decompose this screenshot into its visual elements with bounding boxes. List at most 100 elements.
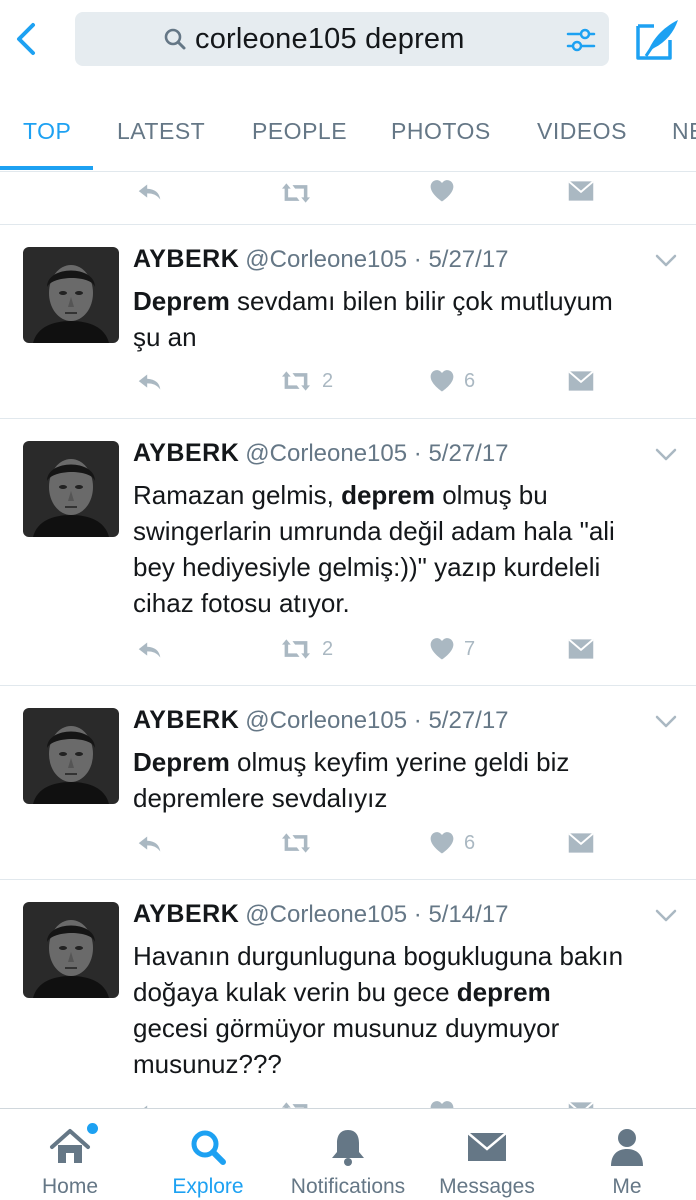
tweet-card[interactable]: AYBERK @Corleone105 · 5/14/17 Havanın dur… bbox=[0, 880, 696, 1108]
direct-message-button[interactable] bbox=[567, 1098, 595, 1108]
tab-people[interactable]: PEOPLE bbox=[252, 118, 347, 145]
active-tab-indicator bbox=[0, 166, 93, 170]
author-handle[interactable]: @Corleone105 bbox=[245, 440, 407, 467]
nav-home[interactable]: Home bbox=[20, 1109, 120, 1200]
retweet-button[interactable] bbox=[278, 1098, 322, 1108]
author-handle[interactable]: @Corleone105 bbox=[245, 707, 407, 734]
tweet-text: Deprem olmuş keyfim yerine geldi biz dep… bbox=[133, 744, 633, 816]
search-icon bbox=[191, 1130, 226, 1165]
author-name[interactable]: AYBERK bbox=[133, 900, 239, 928]
search-keyword: deprem bbox=[341, 480, 435, 510]
tweet-actions: 2 7 bbox=[0, 635, 696, 675]
nav-me[interactable]: Me bbox=[585, 1109, 669, 1200]
search-query[interactable]: corleone105 deprem bbox=[195, 23, 465, 56]
tab-top[interactable]: TOP bbox=[23, 118, 71, 145]
nav-explore[interactable]: Explore bbox=[158, 1109, 258, 1200]
compose-tweet-icon[interactable] bbox=[632, 14, 682, 64]
retweet-icon bbox=[278, 1098, 314, 1108]
chevron-down-icon[interactable] bbox=[654, 714, 678, 730]
tab-latest[interactable]: LATEST bbox=[117, 118, 205, 145]
heart-icon bbox=[428, 635, 456, 663]
author-handle[interactable]: @Corleone105 bbox=[245, 246, 407, 273]
author-name[interactable]: AYBERK bbox=[133, 706, 239, 734]
like-icon[interactable] bbox=[428, 177, 456, 205]
envelope-icon bbox=[567, 635, 595, 663]
reply-button[interactable] bbox=[135, 829, 165, 859]
tweet-feed[interactable]: AYBERK @Corleone105 · 5/27/17 Deprem sevd… bbox=[0, 173, 696, 1108]
tab-videos[interactable]: VIDEOS bbox=[537, 118, 627, 145]
bottom-tab-bar: Home Explore Notifications Messages Me bbox=[0, 1108, 696, 1200]
envelope-icon bbox=[467, 1132, 507, 1161]
heart-icon bbox=[428, 367, 456, 395]
search-filter-icon[interactable] bbox=[565, 24, 597, 56]
reply-button[interactable] bbox=[135, 367, 165, 397]
like-button[interactable]: 6 bbox=[428, 367, 475, 395]
reply-button[interactable] bbox=[135, 1098, 165, 1108]
tweet-header: AYBERK @Corleone105 · 5/27/17 bbox=[133, 706, 509, 735]
tweet-date[interactable]: 5/27/17 bbox=[428, 707, 508, 734]
nav-explore-label: Explore bbox=[172, 1175, 244, 1198]
retweet-button[interactable]: 2 bbox=[278, 635, 333, 663]
nav-messages[interactable]: Messages bbox=[432, 1109, 542, 1200]
reply-button[interactable] bbox=[135, 635, 165, 665]
chevron-down-icon[interactable] bbox=[654, 908, 678, 924]
tweet-text: Havanın durgunluguna bogukluguna bakın d… bbox=[133, 938, 633, 1082]
avatar[interactable] bbox=[23, 902, 119, 998]
nav-notifications[interactable]: Notifications bbox=[283, 1109, 413, 1200]
heart-icon bbox=[428, 1098, 456, 1108]
chevron-down-icon[interactable] bbox=[654, 447, 678, 463]
like-button[interactable]: 6 bbox=[428, 829, 475, 857]
search-keyword: Deprem bbox=[133, 747, 230, 777]
back-button[interactable] bbox=[8, 16, 44, 62]
tweet-card[interactable]: AYBERK @Corleone105 · 5/27/17 Deprem olmu… bbox=[0, 686, 696, 880]
search-field[interactable]: corleone105 deprem bbox=[75, 12, 609, 66]
retweet-count: 2 bbox=[322, 637, 334, 660]
reply-icon[interactable] bbox=[135, 177, 165, 207]
chevron-down-icon[interactable] bbox=[654, 253, 678, 269]
tweet-date[interactable]: 5/14/17 bbox=[428, 901, 508, 928]
envelope-icon bbox=[567, 367, 595, 395]
reply-icon bbox=[135, 1098, 165, 1108]
retweet-button[interactable] bbox=[278, 829, 322, 857]
tweet-date[interactable]: 5/27/17 bbox=[428, 246, 508, 273]
like-count: 6 bbox=[464, 831, 476, 854]
avatar[interactable] bbox=[23, 708, 119, 804]
direct-message-button[interactable] bbox=[567, 829, 595, 857]
tweet-card[interactable]: AYBERK @Corleone105 · 5/27/17 Ramazan gel… bbox=[0, 419, 696, 686]
envelope-icon bbox=[567, 829, 595, 857]
retweet-icon[interactable] bbox=[278, 179, 314, 207]
avatar[interactable] bbox=[23, 247, 119, 343]
search-icon bbox=[164, 28, 186, 50]
retweet-icon bbox=[278, 367, 314, 395]
heart-icon bbox=[428, 829, 456, 857]
tab-photos[interactable]: PHOTOS bbox=[391, 118, 491, 145]
direct-message-button[interactable] bbox=[567, 635, 595, 663]
retweet-button[interactable]: 2 bbox=[278, 367, 333, 395]
direct-message-icon[interactable] bbox=[567, 177, 595, 205]
direct-message-button[interactable] bbox=[567, 367, 595, 395]
like-count: 6 bbox=[464, 369, 476, 392]
author-handle[interactable]: @Corleone105 bbox=[245, 901, 407, 928]
retweet-icon bbox=[278, 635, 314, 663]
separator-dot: · bbox=[413, 707, 422, 734]
search-keyword: Deprem bbox=[133, 286, 230, 316]
tweet-date[interactable]: 5/27/17 bbox=[428, 440, 508, 467]
avatar[interactable] bbox=[23, 441, 119, 537]
author-name[interactable]: AYBERK bbox=[133, 439, 239, 467]
tweet-actions: 2 6 bbox=[0, 367, 696, 407]
tweet-card[interactable]: AYBERK @Corleone105 · 5/27/17 Deprem sevd… bbox=[0, 225, 696, 419]
like-count: 7 bbox=[464, 637, 476, 660]
tab-news[interactable]: NE bbox=[672, 118, 696, 145]
tweet-text-prefix: Ramazan gelmis, bbox=[133, 480, 342, 510]
profile-icon bbox=[611, 1129, 643, 1166]
separator-dot: · bbox=[413, 901, 422, 928]
tweet-text-body: gecesi görmüyor musunuz duymuyor musunuz… bbox=[133, 1013, 560, 1079]
reply-icon bbox=[135, 635, 165, 665]
like-button[interactable]: 7 bbox=[428, 635, 475, 663]
tweet-actions bbox=[0, 1098, 696, 1108]
tweet-header: AYBERK @Corleone105 · 5/27/17 bbox=[133, 245, 509, 274]
like-button[interactable] bbox=[428, 1098, 464, 1108]
search-header: corleone105 deprem bbox=[0, 0, 696, 80]
author-name[interactable]: AYBERK bbox=[133, 245, 239, 273]
reply-icon bbox=[135, 829, 165, 859]
